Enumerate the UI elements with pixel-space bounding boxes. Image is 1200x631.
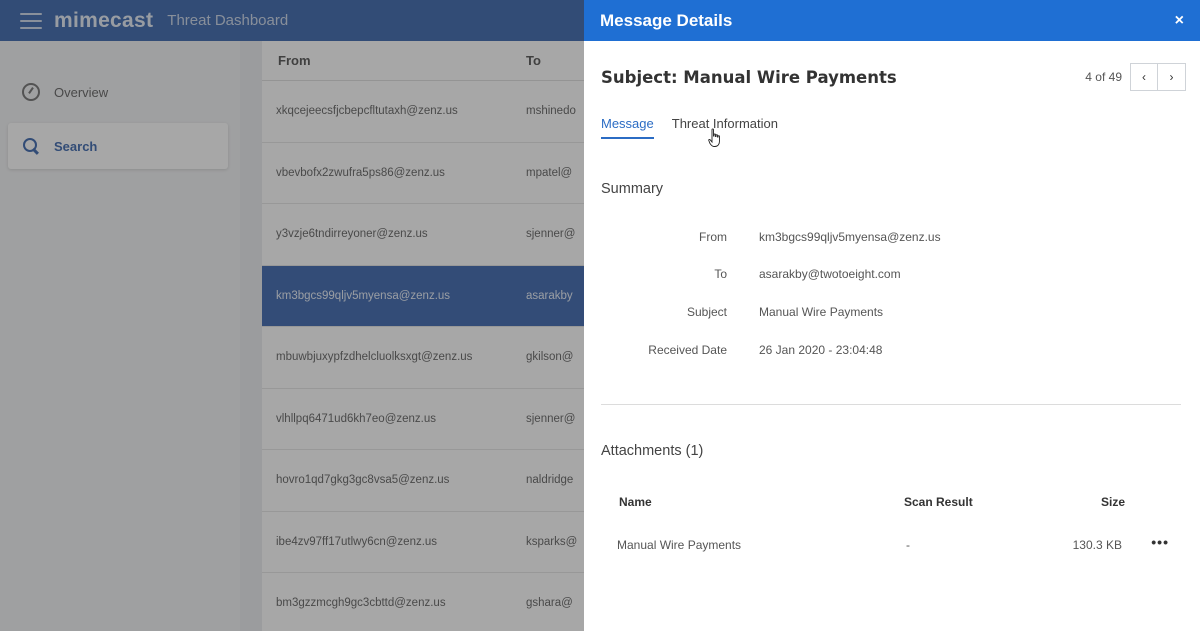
summary-field-to: To asarakby@twotoeight.com <box>601 267 1181 281</box>
hand-cursor-icon <box>708 128 720 147</box>
field-label: Received Date <box>648 343 727 357</box>
chevron-left-icon: ‹ <box>1142 70 1146 84</box>
column-header-name: Name <box>619 495 652 509</box>
field-label: Subject <box>686 305 727 319</box>
subject-row: Subject: Manual Wire Payments 4 of 49 ‹ … <box>601 62 1186 92</box>
next-button[interactable]: › <box>1158 63 1186 91</box>
field-label: From <box>699 230 727 244</box>
pager-count: 4 of 49 <box>1085 70 1122 84</box>
summary-title: Summary <box>601 181 664 197</box>
pager: 4 of 49 ‹ › <box>1085 63 1186 91</box>
modal-backdrop[interactable] <box>0 0 584 631</box>
summary-field-from: From km3bgcs99qljv5myensa@zenz.us <box>601 230 1181 244</box>
field-label: To <box>714 267 727 281</box>
tab-message[interactable]: Message <box>601 116 654 139</box>
panel-header: Message Details × <box>584 0 1200 41</box>
attachment-scan-result: - <box>906 538 910 552</box>
summary-field-received-date: Received Date 26 Jan 2020 - 23:04:48 <box>601 343 1181 357</box>
attachment-size: 130.3 KB <box>1072 538 1122 552</box>
column-header-scan-result: Scan Result <box>904 495 973 509</box>
field-value: 26 Jan 2020 - 23:04:48 <box>759 343 883 357</box>
tab-threat-information[interactable]: Threat Information <box>672 116 778 139</box>
summary-field-subject: Subject Manual Wire Payments <box>601 305 1181 319</box>
field-value: km3bgcs99qljv5myensa@zenz.us <box>759 230 941 244</box>
tabs: Message Threat Information <box>601 116 796 139</box>
attachments-title: Attachments (1) <box>601 443 704 459</box>
subject-heading: Subject: Manual Wire Payments <box>601 67 897 87</box>
divider <box>601 404 1181 405</box>
message-details-panel: Message Details × Subject: Manual Wire P… <box>584 0 1200 631</box>
panel-title: Message Details <box>600 10 733 30</box>
attachment-name[interactable]: Manual Wire Payments <box>617 538 741 552</box>
field-value: asarakby@twotoeight.com <box>759 267 901 281</box>
previous-button[interactable]: ‹ <box>1130 63 1158 91</box>
field-value: Manual Wire Payments <box>759 305 884 319</box>
chevron-right-icon: › <box>1169 70 1174 84</box>
more-options-icon[interactable]: ••• <box>1151 534 1169 550</box>
column-header-size: Size <box>1100 495 1125 509</box>
close-icon[interactable]: × <box>1175 12 1184 30</box>
